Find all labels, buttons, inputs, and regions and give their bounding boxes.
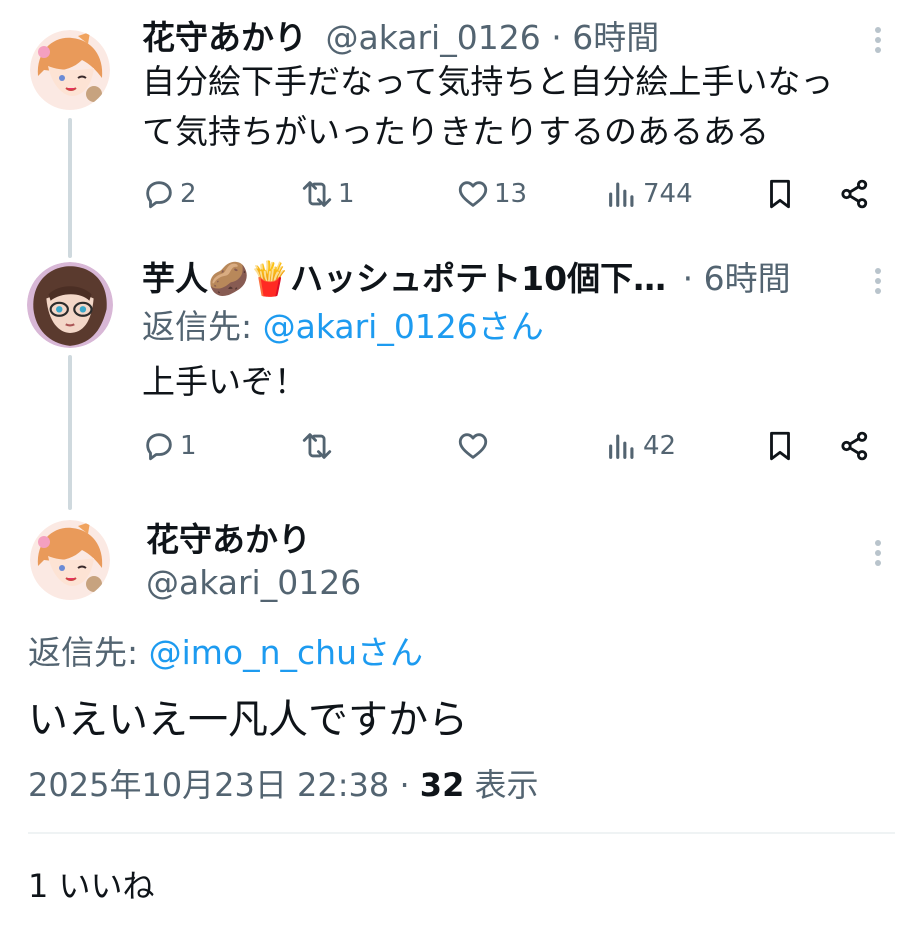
tweet-header: 花守あかり @akari_0126 · 6時間 [142, 18, 659, 58]
views-button[interactable]: 744 [605, 177, 693, 211]
bookmark-button[interactable] [763, 429, 797, 463]
more-icon[interactable] [874, 268, 882, 298]
avatar[interactable] [27, 262, 113, 348]
like-button[interactable]: 13 [456, 177, 527, 211]
tweet-text: 上手いぞ！ [142, 362, 307, 401]
reply-to: 返信先: @imo_n_chuさん [28, 633, 423, 673]
share-button[interactable] [838, 177, 872, 211]
tweet-timestamp[interactable]: 2025年10月23日 22:38 [28, 766, 389, 804]
display-name[interactable]: 花守あかり [146, 520, 311, 560]
tweet-header: 芋人🥔🍟ハッシュポテト10個下… · 6時間 [142, 259, 791, 299]
tweet-meta: 2025年10月23日 22:38 · 32 表示 [28, 765, 539, 805]
more-icon[interactable] [874, 27, 882, 57]
reply-icon [146, 433, 172, 461]
reply-count: 2 [180, 179, 197, 209]
reply-to-handle[interactable]: @imo_n_chuさん [149, 633, 423, 672]
reply-button[interactable]: 2 [142, 177, 197, 211]
thread-line [68, 118, 72, 258]
tweet-text-line: 自分絵下手だなって気持ちと自分絵上手いなっ [142, 62, 834, 101]
separator: · [399, 766, 410, 804]
share-icon [841, 431, 868, 461]
heart-icon [458, 433, 488, 459]
views-icon [609, 182, 634, 207]
display-name[interactable]: 花守あかり [142, 18, 307, 57]
tweet-text: 自分絵下手だなって気持ちと自分絵上手いなっ て気持ちがいったりきたりするのあるあ… [142, 57, 833, 157]
avatar[interactable] [30, 520, 110, 600]
reply-to-label: 返信先: [142, 307, 263, 346]
views-button[interactable]: 42 [605, 429, 676, 463]
view-count: 744 [643, 179, 693, 209]
avatar[interactable] [30, 30, 110, 110]
repost-icon [302, 433, 332, 459]
views-label: 表示 [474, 766, 539, 804]
reply-count: 1 [180, 431, 197, 461]
thread-line [68, 355, 72, 510]
handle[interactable]: @akari_0126 [326, 18, 541, 57]
repost-button[interactable] [300, 429, 338, 463]
repost-count: 1 [338, 179, 355, 209]
like-button[interactable] [456, 429, 494, 463]
repost-icon [302, 181, 332, 207]
tweet-text: いえいえ一凡人ですから [28, 697, 468, 743]
display-name[interactable]: 芋人🥔🍟ハッシュポテト10個下… [142, 259, 666, 298]
share-icon [841, 179, 868, 209]
bookmark-button[interactable] [763, 177, 797, 211]
reply-to: 返信先: @akari_0126さん [142, 307, 544, 347]
share-button[interactable] [838, 429, 872, 463]
like-count: 13 [494, 179, 528, 209]
reply-button[interactable]: 1 [142, 429, 197, 463]
likes-summary[interactable]: 1 いいね [28, 866, 155, 906]
bookmark-icon [770, 431, 790, 461]
reply-to-handle[interactable]: @akari_0126さん [263, 307, 544, 346]
views-count: 32 [419, 766, 465, 804]
bookmark-icon [770, 179, 790, 209]
handle[interactable]: @akari_0126 [146, 563, 361, 603]
view-count: 42 [643, 431, 677, 461]
more-icon[interactable] [874, 540, 882, 570]
reply-icon [146, 181, 172, 209]
heart-icon [458, 181, 488, 207]
tweet-time[interactable]: 6時間 [704, 259, 791, 298]
views-icon [609, 434, 634, 459]
tweet-time[interactable]: 6時間 [572, 18, 659, 57]
tweet-text-line: て気持ちがいったりきたりするのあるある [142, 112, 769, 151]
divider [28, 832, 895, 834]
separator: · [551, 18, 562, 57]
reply-to-label: 返信先: [28, 633, 149, 672]
separator: · [682, 259, 694, 298]
repost-button[interactable]: 1 [300, 177, 355, 211]
